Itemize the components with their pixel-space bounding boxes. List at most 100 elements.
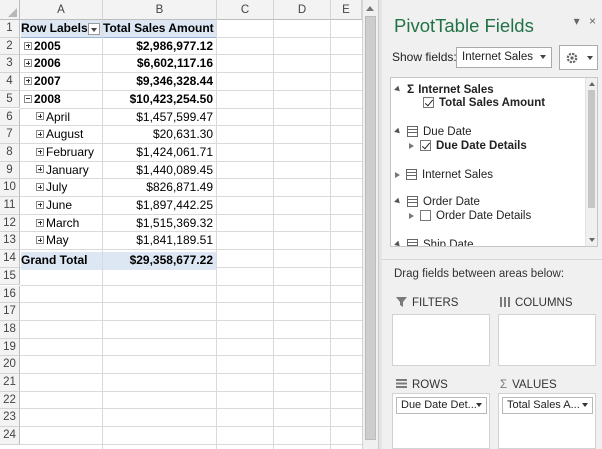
scrollbar-thumb[interactable] <box>588 90 595 208</box>
pivot-row-value[interactable]: $1,457,599.47 <box>103 109 216 127</box>
field-table-internet-sales-2[interactable]: Internet Sales <box>395 168 493 183</box>
field-list-scrollbar[interactable] <box>585 78 597 246</box>
field-checkbox[interactable] <box>423 97 434 109</box>
row-header[interactable]: 2 <box>0 37 20 56</box>
close-icon[interactable]: × <box>589 14 596 28</box>
pivot-row-label[interactable]: 2006 <box>21 55 102 73</box>
expand-button-icon[interactable] <box>24 59 32 68</box>
scroll-up-arrow-icon[interactable] <box>589 82 595 86</box>
expand-button-icon[interactable] <box>36 165 44 174</box>
collapse-button-icon[interactable] <box>24 94 32 103</box>
pivot-row-value[interactable]: $6,602,117.16 <box>103 55 216 73</box>
pivot-row-label[interactable]: February <box>21 144 102 162</box>
collapse-triangle-icon[interactable] <box>394 128 402 136</box>
pivot-row-label[interactable]: May <box>21 232 102 250</box>
row-header[interactable]: 21 <box>0 374 20 392</box>
field-table-ship-date[interactable]: Ship Date <box>394 238 474 246</box>
pivot-row-value[interactable]: $1,515,369.32 <box>103 215 216 233</box>
row-header[interactable]: 16 <box>0 285 20 304</box>
scroll-up-arrow-icon[interactable] <box>366 6 374 11</box>
row-header[interactable]: 1 <box>0 20 20 38</box>
pivot-row-label[interactable]: August <box>21 126 102 144</box>
expand-button-icon[interactable] <box>36 147 44 156</box>
field-total-sales-amount[interactable]: Total Sales Amount <box>423 96 545 111</box>
expand-button-icon[interactable] <box>36 236 44 245</box>
row-header[interactable]: 4 <box>0 73 20 91</box>
row-header[interactable]: 12 <box>0 214 20 233</box>
tools-button[interactable] <box>559 45 598 70</box>
column-header-c[interactable]: C <box>217 0 274 20</box>
expand-button-icon[interactable] <box>36 200 44 209</box>
expand-button-icon[interactable] <box>36 130 44 139</box>
grand-total-value[interactable]: $29,358,677.22 <box>103 252 216 270</box>
field-table-due-date[interactable]: Due Date <box>394 125 472 140</box>
row-header[interactable]: 10 <box>0 179 20 197</box>
pivot-row-value[interactable]: $2,986,977.12 <box>103 38 216 56</box>
select-all-corner[interactable] <box>0 0 20 20</box>
pivot-row-label[interactable]: April <box>21 109 102 127</box>
row-header[interactable]: 24 <box>0 427 20 445</box>
show-fields-select[interactable]: Internet Sales <box>456 47 552 68</box>
row-header[interactable]: 8 <box>0 143 20 162</box>
field-list[interactable]: Σ Internet Sales Total Sales Amount Due D… <box>390 77 598 247</box>
row-header[interactable]: 11 <box>0 197 20 215</box>
row-header[interactable]: 17 <box>0 303 20 321</box>
pivot-row-label[interactable]: 2008 <box>21 91 102 109</box>
collapse-triangle-icon[interactable] <box>394 198 402 206</box>
field-checkbox[interactable] <box>420 140 431 152</box>
expand-triangle-icon[interactable] <box>409 212 414 219</box>
row-header[interactable]: 14 <box>0 250 20 268</box>
filters-drop-area[interactable] <box>392 314 490 366</box>
expand-button-icon[interactable] <box>36 218 44 227</box>
scrollbar-thumb[interactable] <box>365 16 376 440</box>
row-header[interactable]: 5 <box>0 90 20 109</box>
expand-button-icon[interactable] <box>24 41 32 50</box>
pivot-header-total-sales[interactable]: Total Sales Amount <box>103 20 216 38</box>
expand-triangle-icon[interactable] <box>395 171 400 178</box>
collapse-triangle-icon[interactable] <box>394 86 402 94</box>
field-due-date-details[interactable]: Due Date Details <box>409 139 527 154</box>
field-table-order-date[interactable]: Order Date <box>394 195 480 210</box>
pivot-row-value[interactable]: $1,440,089.45 <box>103 162 216 180</box>
pane-options-dropdown-icon[interactable]: ▾ <box>574 14 580 28</box>
pivot-row-label[interactable]: 2005 <box>21 38 102 56</box>
chevron-down-icon[interactable] <box>582 403 588 407</box>
chevron-down-icon[interactable] <box>476 403 482 407</box>
expand-triangle-icon[interactable] <box>409 142 414 149</box>
expand-button-icon[interactable] <box>24 76 32 85</box>
values-field-total-sales-amount[interactable]: Total Sales A... <box>502 397 593 414</box>
row-labels-filter-button[interactable] <box>88 23 100 35</box>
field-order-date-details[interactable]: Order Date Details <box>409 209 531 224</box>
row-header[interactable]: 19 <box>0 338 20 357</box>
values-drop-area[interactable]: Total Sales A... <box>498 393 596 449</box>
worksheet[interactable]: A B C D E 1 2 3 4 5 6 7 8 9 10 11 12 13 14 15 16 17 18 19 2… <box>0 0 362 449</box>
expand-button-icon[interactable] <box>36 183 44 192</box>
grand-total-label[interactable]: Grand Total <box>21 252 102 270</box>
row-header[interactable]: 15 <box>0 267 20 286</box>
collapse-triangle-icon[interactable] <box>394 241 402 246</box>
pivot-row-value[interactable]: $826,871.49 <box>103 179 216 197</box>
pivot-row-label[interactable]: 2007 <box>21 73 102 91</box>
row-header[interactable]: 13 <box>0 232 20 251</box>
row-header[interactable]: 3 <box>0 55 20 74</box>
columns-drop-area[interactable] <box>498 314 596 366</box>
column-header-b[interactable]: B <box>103 0 217 20</box>
column-header-a[interactable]: A <box>20 0 103 20</box>
field-checkbox[interactable] <box>420 210 431 222</box>
column-header-e[interactable]: E <box>331 0 362 20</box>
column-header-d[interactable]: D <box>274 0 331 20</box>
pivot-row-value[interactable]: $1,424,061.71 <box>103 144 216 162</box>
rows-field-due-date-details[interactable]: Due Date Det... <box>396 397 487 414</box>
pivot-row-value[interactable]: $10,423,254.50 <box>103 91 216 109</box>
pivot-header-row-labels[interactable]: Row Labels <box>21 20 102 38</box>
row-header[interactable]: 7 <box>0 126 20 144</box>
pivot-row-value[interactable]: $1,897,442.25 <box>103 197 216 215</box>
pivot-row-value[interactable]: $9,346,328.44 <box>103 73 216 91</box>
row-header[interactable]: 22 <box>0 391 20 410</box>
pivot-row-value[interactable]: $20,631.30 <box>103 126 216 144</box>
pivot-row-label[interactable]: July <box>21 179 102 197</box>
field-table-internet-sales[interactable]: Σ Internet Sales <box>394 82 494 97</box>
expand-button-icon[interactable] <box>36 112 44 121</box>
row-header[interactable]: 9 <box>0 161 20 180</box>
pivot-row-label[interactable]: June <box>21 197 102 215</box>
